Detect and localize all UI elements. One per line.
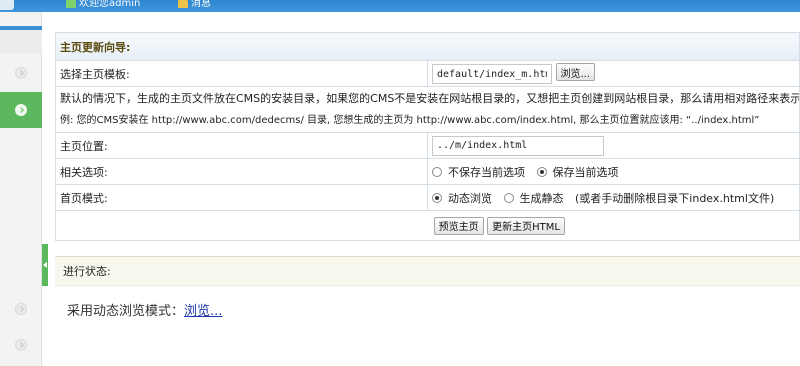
status-message: 采用动态浏览模式： (67, 304, 185, 319)
dynamic-mode-radio[interactable] (432, 192, 442, 203)
no-save-radio[interactable] (432, 166, 442, 177)
help-text: 默认的情况下，生成的主页文件放在CMS的安装目录，如果您的CMS不是安装在网站根… (55, 86, 800, 133)
status-body: 采用动态浏览模式：浏览... (67, 300, 222, 319)
update-html-button[interactable]: 更新主页HTML (487, 216, 565, 235)
position-input[interactable] (432, 135, 604, 156)
main-panel: 主页更新向导: 选择主页模板: 浏览... 默认的情况下，生成的主页文件放在CM… (55, 32, 800, 366)
help-line-1: 默认的情况下，生成的主页文件放在CMS的安装目录，如果您的CMS不是安装在网站根… (60, 91, 800, 105)
message-icon (178, 0, 188, 8)
options-label: 相关选项: (55, 158, 428, 185)
sidebar-item-3[interactable] (0, 294, 42, 324)
static-mode-radio[interactable] (503, 192, 514, 203)
sidebar-item-4[interactable] (0, 330, 42, 360)
static-mode-label: 生成静态 (519, 191, 564, 205)
dynamic-mode-label: 动态浏览 (448, 191, 492, 205)
preview-button[interactable]: 预览主页 (433, 216, 484, 235)
chevron-right-icon (15, 339, 27, 351)
sidebar-header (0, 30, 42, 54)
browse-button[interactable]: 浏览... (555, 63, 596, 81)
homepage-wizard-form: 主页更新向导: 选择主页模板: 浏览... 默认的情况下，生成的主页文件放在CM… (55, 32, 800, 241)
welcome-link[interactable]: 欢迎您admin (66, 0, 140, 10)
chevron-right-icon (15, 67, 27, 79)
sidebar (0, 12, 42, 366)
no-save-label: 不保存当前选项 (448, 165, 525, 179)
position-cell (427, 132, 800, 159)
mode-label: 首页模式: (55, 184, 428, 211)
welcome-label: 欢迎您admin (79, 0, 141, 9)
sidebar-item-1[interactable] (0, 56, 42, 90)
template-label: 选择主页模板: (55, 60, 428, 87)
static-mode-note: (或者手动删除根目录下index.html文件) (575, 191, 775, 205)
messages-link[interactable]: 消息 (178, 0, 211, 10)
template-cell: 浏览... (427, 60, 800, 87)
page: 欢迎您admin 消息 主页更新向导: 选择主页模板: default/inde… (0, 0, 800, 366)
help-line-2: 例: 您的CMS安装在 http://www.abc.com/dedecms/ … (60, 114, 760, 126)
panel-title: 主页更新向导: (55, 32, 800, 61)
chevron-right-icon (15, 303, 27, 315)
template-input[interactable] (432, 64, 552, 84)
status-browse-link[interactable]: 浏览... (184, 304, 222, 319)
mode-cell: 动态浏览 生成静态 (或者手动删除根目录下index.html文件) (427, 184, 800, 211)
messages-label: 消息 (191, 0, 211, 9)
chevron-right-icon (15, 104, 27, 116)
save-label: 保存当前选项 (552, 165, 619, 179)
status-header: 进行状态: (55, 256, 800, 286)
top-bar: 欢迎您admin 消息 (0, 0, 800, 12)
save-radio[interactable] (536, 166, 547, 177)
button-row: 预览主页 更新主页HTML (55, 210, 800, 241)
sidebar-toggle[interactable] (42, 244, 48, 286)
logo (0, 0, 14, 10)
user-icon (66, 0, 76, 8)
position-label: 主页位置: (55, 132, 428, 159)
sidebar-item-2-active[interactable] (0, 92, 42, 128)
options-cell: 不保存当前选项 保存当前选项 (427, 158, 800, 185)
